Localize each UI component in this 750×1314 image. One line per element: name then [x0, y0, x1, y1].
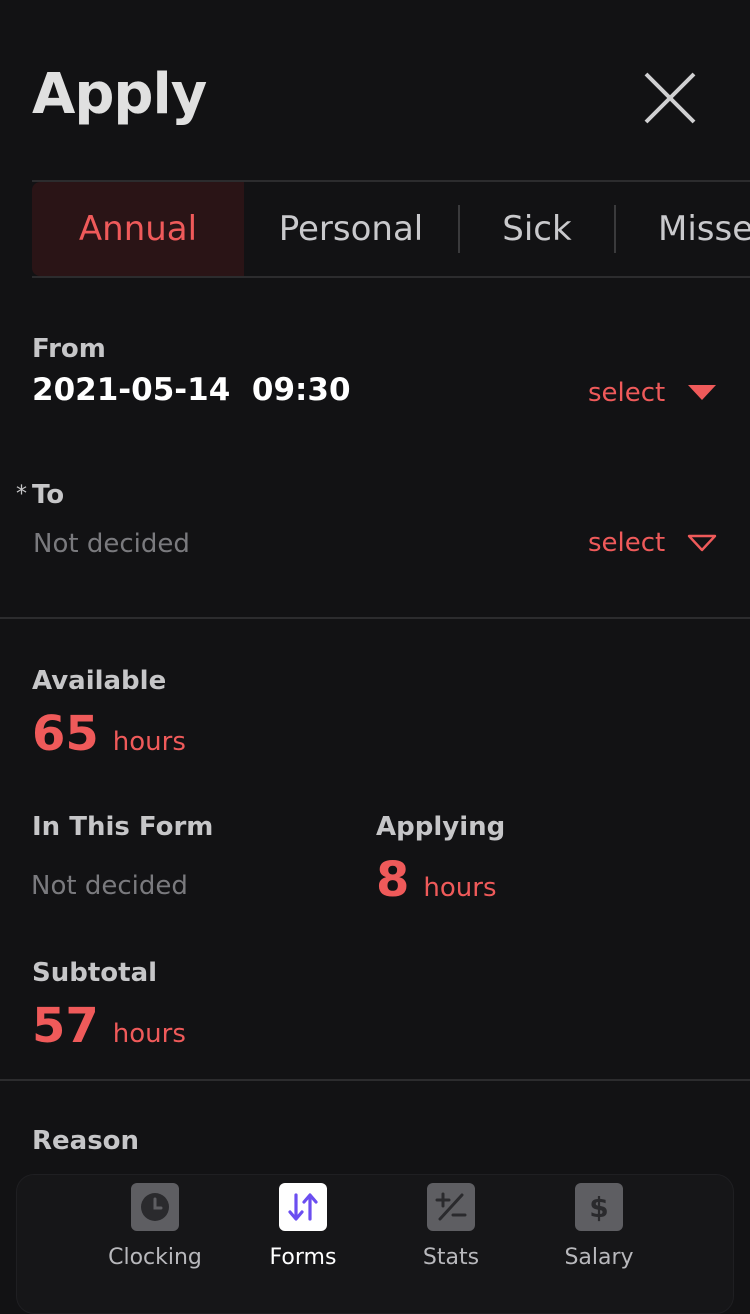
tab-missed[interactable]: Misse — [616, 182, 750, 276]
nav-forms-label: Forms — [269, 1245, 337, 1270]
subtotal-unit: hours — [112, 1019, 186, 1049]
section-divider — [0, 617, 750, 619]
to-select-button[interactable]: select — [588, 528, 717, 558]
available-unit: hours — [112, 727, 186, 757]
from-select-label: select — [588, 378, 666, 408]
required-mark: * — [16, 482, 27, 507]
nav-stats[interactable]: Stats — [381, 1183, 521, 1270]
nav-forms[interactable]: Forms — [233, 1183, 373, 1270]
from-label: From — [32, 334, 106, 364]
close-icon[interactable] — [638, 66, 702, 130]
nav-salary[interactable]: $ Salary — [529, 1183, 669, 1270]
nav-salary-label: Salary — [564, 1245, 634, 1270]
available-label: Available — [32, 666, 167, 696]
subtotal-amount: 57 hours — [32, 998, 186, 1054]
applying-amount: 8 hours — [376, 852, 497, 908]
swap-arrows-icon — [279, 1183, 327, 1231]
nav-clocking[interactable]: Clocking — [85, 1183, 225, 1270]
plus-minus-icon — [427, 1183, 475, 1231]
section-divider — [0, 1079, 750, 1081]
available-value: 65 — [32, 706, 99, 762]
to-select-label: select — [588, 528, 666, 558]
clock-icon — [131, 1183, 179, 1231]
dollar-icon: $ — [575, 1183, 623, 1231]
close-button[interactable] — [638, 66, 702, 130]
to-label: To — [32, 480, 65, 510]
in-this-form-label: In This Form — [32, 812, 214, 842]
subtotal-label: Subtotal — [32, 958, 158, 988]
subtotal-value: 57 — [32, 998, 99, 1054]
from-select-button[interactable]: select — [588, 378, 717, 408]
caret-down-filled-icon — [688, 385, 717, 400]
from-datetime: 2021-05-14 09:30 — [32, 372, 351, 408]
applying-value: 8 — [376, 852, 410, 908]
in-this-form-value: Not decided — [31, 871, 188, 901]
bottom-nav: Clocking Forms Stats $ Salary — [16, 1174, 734, 1314]
reason-label: Reason — [32, 1126, 140, 1156]
available-amount: 65 hours — [32, 706, 186, 762]
nav-stats-label: Stats — [422, 1245, 480, 1270]
tab-sick[interactable]: Sick — [460, 182, 614, 276]
leave-type-tabs: Annual Personal Sick Misse — [32, 180, 750, 278]
applying-label: Applying — [376, 812, 506, 842]
applying-unit: hours — [423, 873, 497, 903]
tab-annual[interactable]: Annual — [32, 182, 244, 276]
caret-down-outline-icon — [688, 534, 717, 552]
page-title: Apply — [32, 62, 207, 127]
svg-text:$: $ — [589, 1191, 608, 1224]
to-value: Not decided — [33, 529, 190, 559]
nav-clocking-label: Clocking — [108, 1245, 202, 1270]
tab-personal[interactable]: Personal — [244, 182, 458, 276]
